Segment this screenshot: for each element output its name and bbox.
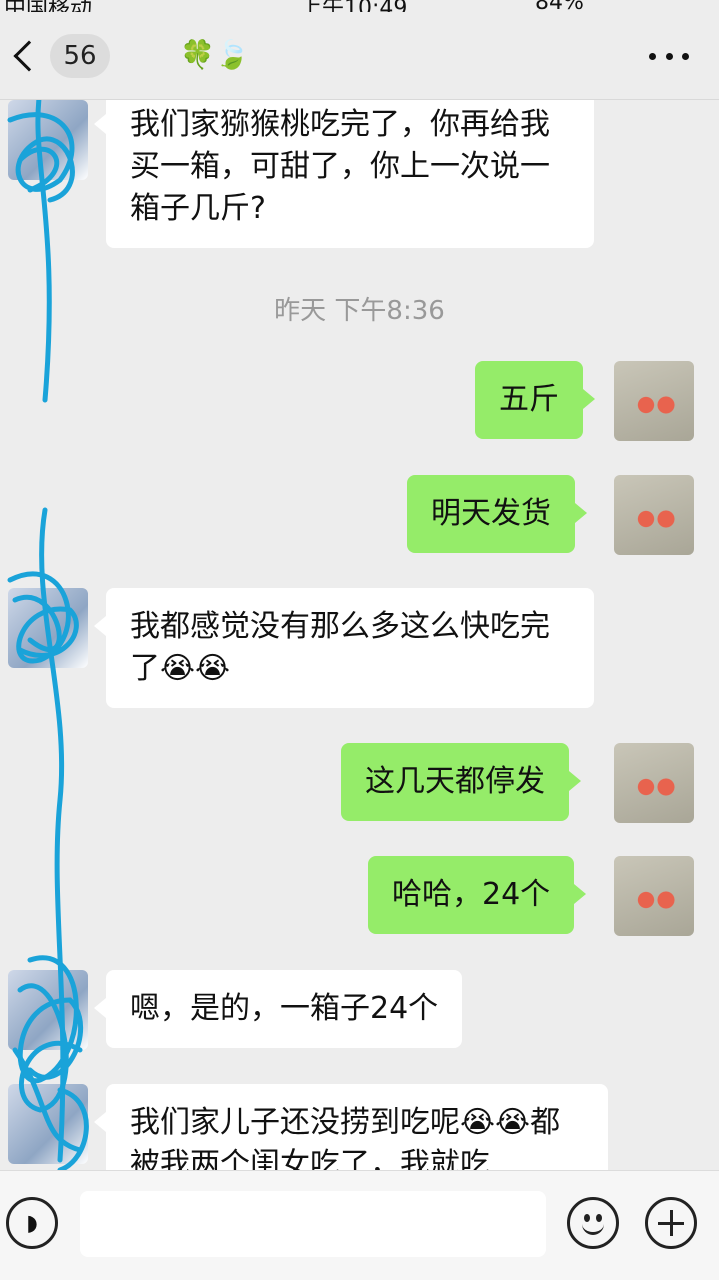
more-functions-button[interactable] — [645, 1197, 697, 1249]
chat-title: 🍀🍃 — [180, 38, 250, 71]
more-dots-icon — [649, 52, 656, 60]
received-message-bubble[interactable]: 我们家儿子还没捞到吃呢😭😭都被我两个闺女吃了，我就吃 — [94, 1084, 608, 1170]
received-message-bubble[interactable]: 我都感觉没有那么多这么快吃完了😭😭 — [94, 588, 594, 708]
chevron-left-icon — [13, 40, 45, 72]
status-bar: 中国移动 上午10:49 84% — [0, 0, 719, 12]
smiley-icon — [570, 1200, 616, 1246]
message-text: 这几天都停发 — [365, 764, 545, 799]
sent-message-bubble[interactable]: 这几天都停发 — [341, 743, 581, 821]
sent-message-bubble[interactable]: 五斤 — [475, 361, 595, 439]
message-input[interactable] — [80, 1191, 546, 1257]
message-text: 明天发货 — [431, 496, 551, 531]
contact-avatar[interactable] — [8, 100, 88, 180]
emoji-button[interactable] — [567, 1197, 619, 1249]
status-time: 上午10:49 — [300, 0, 407, 12]
voice-input-button[interactable]: ◗ — [6, 1197, 58, 1249]
message-text: 哈哈，24个 — [392, 877, 551, 912]
unread-count-badge: 56 — [50, 34, 110, 78]
battery-level: 84% — [535, 0, 584, 12]
contact-avatar[interactable] — [8, 1084, 88, 1164]
contact-avatar[interactable] — [8, 970, 88, 1050]
more-options-button[interactable] — [649, 44, 689, 68]
message-text: 五斤 — [499, 382, 559, 417]
sent-message-bubble[interactable]: 明天发货 — [407, 475, 587, 553]
message-text: 我们家猕猴桃吃完了，你再给我买一箱，可甜了，你上一次说一箱子几斤? — [130, 107, 550, 226]
message-text: 我们家儿子还没捞到吃呢😭😭都被我两个闺女吃了，我就吃 — [130, 1105, 561, 1170]
chat-message-list[interactable]: 我们家猕猴桃吃完了，你再给我买一箱，可甜了，你上一次说一箱子几斤? 昨天 下午8… — [0, 100, 719, 1170]
my-avatar[interactable] — [614, 475, 694, 555]
received-message-bubble[interactable]: 我们家猕猴桃吃完了，你再给我买一箱，可甜了，你上一次说一箱子几斤? — [94, 100, 594, 248]
contact-avatar[interactable] — [8, 588, 88, 668]
message-text: 我都感觉没有那么多这么快吃完了😭😭 — [130, 609, 550, 686]
my-avatar[interactable] — [614, 856, 694, 936]
back-button[interactable]: 56 — [6, 30, 116, 82]
carrier-label: 中国移动 — [4, 0, 92, 12]
message-input-bar: ◗ — [0, 1170, 719, 1280]
my-avatar[interactable] — [614, 361, 694, 441]
chat-header: 56 🍀🍃 — [0, 12, 719, 100]
sent-message-bubble[interactable]: 哈哈，24个 — [368, 856, 587, 934]
my-avatar[interactable] — [614, 743, 694, 823]
message-text: 嗯，是的，一箱子24个 — [130, 991, 439, 1026]
voice-wave-icon: ◗ — [26, 1210, 38, 1236]
message-timestamp: 昨天 下午8:36 — [274, 296, 445, 326]
received-message-bubble[interactable]: 嗯，是的，一箱子24个 — [93, 970, 463, 1048]
